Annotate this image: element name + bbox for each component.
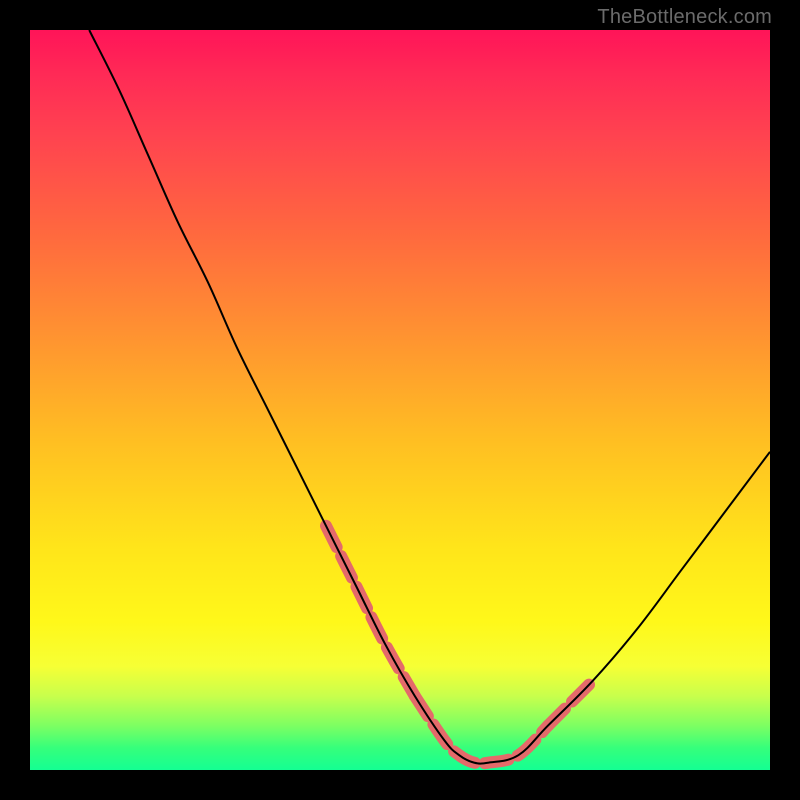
chart-overlay-svg [30,30,770,770]
emphasis-layer [326,526,592,764]
chart-frame [30,30,770,770]
bottleneck-curve [89,30,770,764]
emphasis-segment-valley [415,696,548,764]
watermark-text: TheBottleneck.com [597,6,772,29]
